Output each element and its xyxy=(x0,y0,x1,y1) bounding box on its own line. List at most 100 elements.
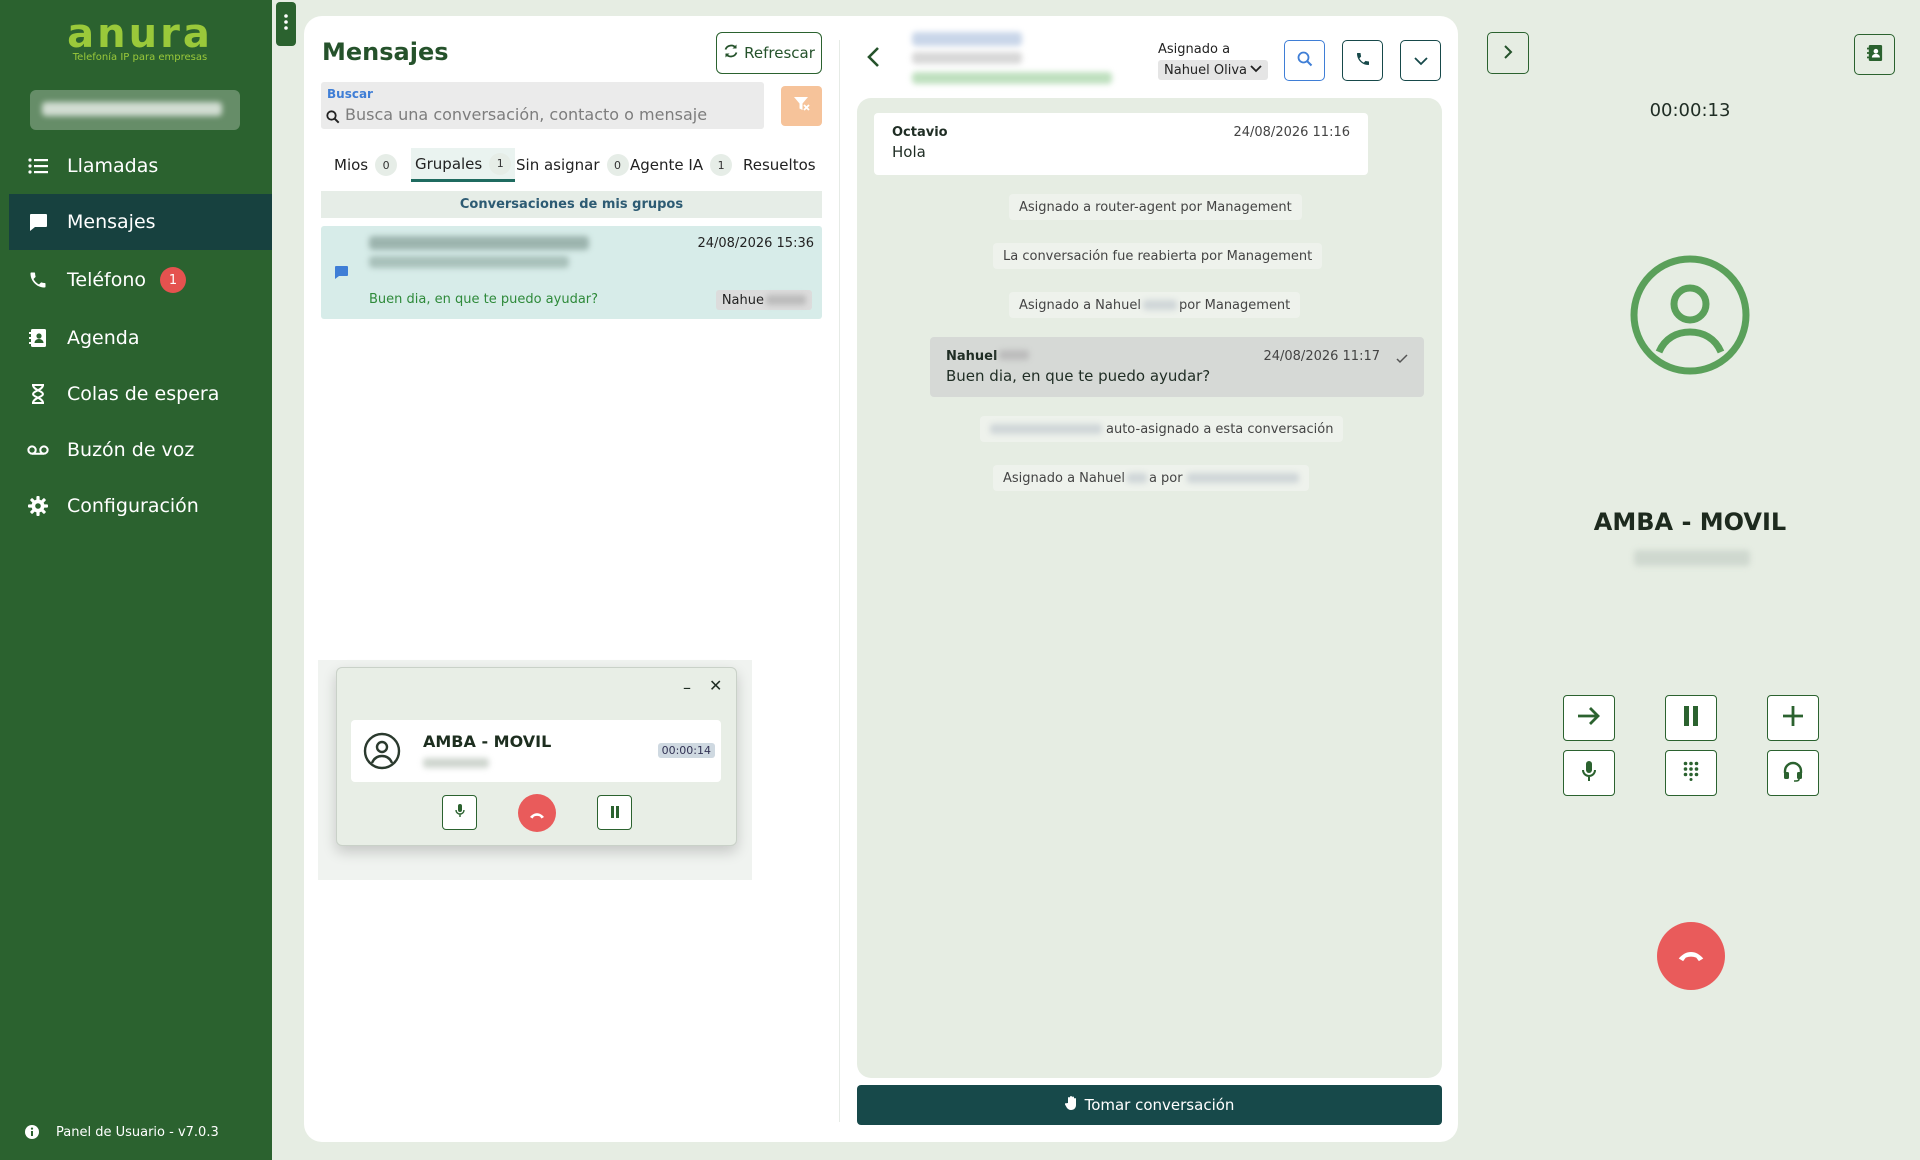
sidebar-item-telefono[interactable]: Teléfono 1 xyxy=(9,252,272,308)
tab-count: 1 xyxy=(489,152,512,175)
tab-label: Resueltos xyxy=(743,156,816,174)
call-timer: 00:00:13 xyxy=(1649,100,1731,121)
hourglass-icon xyxy=(27,383,49,405)
phone-icon xyxy=(27,269,49,291)
sidebar-item-configuracion[interactable]: Configuración xyxy=(9,478,272,534)
agent-surname-redacted xyxy=(766,295,806,305)
plus-icon xyxy=(1782,705,1804,731)
pause-icon xyxy=(1682,705,1700,731)
take-conversation-button[interactable]: Tomar conversación xyxy=(857,1085,1442,1125)
panel-divider xyxy=(839,40,840,1122)
sidebar-item-agenda[interactable]: Agenda xyxy=(9,310,272,366)
redacted-text xyxy=(990,424,1102,434)
hand-icon xyxy=(1064,1095,1085,1115)
mini-hold-button[interactable] xyxy=(597,795,632,830)
sidebar-item-label: Teléfono xyxy=(67,269,147,291)
back-button[interactable] xyxy=(866,46,880,72)
search-label: Buscar xyxy=(327,87,373,101)
tab-label: Sin asignar xyxy=(516,156,600,174)
sender-name: Nahuel xyxy=(946,349,998,364)
transfer-button[interactable] xyxy=(1563,695,1615,741)
sidebar-item-llamadas[interactable]: Llamadas xyxy=(9,138,272,194)
redacted-text xyxy=(1126,473,1147,483)
conversation-date: 24/08/2026 15:36 xyxy=(697,236,814,251)
hangup-icon xyxy=(529,804,545,823)
user-account-pill[interactable] xyxy=(30,90,240,130)
version-label: Panel de Usuario - v7.0.3 xyxy=(56,1124,219,1140)
info-icon xyxy=(24,1124,40,1140)
mini-call-popup[interactable]: – ✕ AMBA - MOVIL 00:00:14 xyxy=(336,667,737,846)
voicemail-icon xyxy=(27,439,49,461)
hold-button[interactable] xyxy=(1665,695,1717,741)
anura-logo[interactable]: anura Telefonía IP para empresas xyxy=(60,14,220,63)
version-info: Panel de Usuario - v7.0.3 xyxy=(24,1124,219,1140)
contact-book-icon xyxy=(1866,44,1883,66)
notification-badge: 1 xyxy=(160,267,187,293)
user-avatar-icon xyxy=(363,732,401,774)
conversation-preview: Buen dia, en que te puedo ayudar? xyxy=(369,292,599,307)
mini-hangup-button[interactable] xyxy=(518,794,556,832)
hangup-icon xyxy=(1677,947,1705,966)
caller-name: AMBA - MOVIL xyxy=(1593,508,1787,536)
arrow-right-icon xyxy=(1576,706,1602,730)
conversation-contact-redacted xyxy=(369,236,589,250)
sidebar-item-label: Colas de espera xyxy=(67,383,220,405)
search-conversation-button[interactable] xyxy=(1284,40,1325,81)
more-options-button[interactable] xyxy=(1400,40,1441,81)
conversation-list-item[interactable]: 24/08/2026 15:36 Buen dia, en que te pue… xyxy=(321,226,822,319)
pause-icon xyxy=(610,803,620,822)
tab-sin-asignar[interactable]: Sin asignar 0 xyxy=(516,148,629,182)
kebab-icon xyxy=(284,14,288,34)
chat-icon xyxy=(27,211,49,233)
mini-mute-button[interactable] xyxy=(442,795,477,830)
tab-resueltos[interactable]: Resueltos xyxy=(743,148,816,182)
call-contact-button[interactable] xyxy=(1342,40,1383,81)
phone-icon xyxy=(1355,51,1371,71)
refresh-button[interactable]: Refrescar xyxy=(716,32,822,74)
search-icon xyxy=(326,109,340,128)
outgoing-message: Nahuel Buen dia, en que te puedo ayudar?… xyxy=(930,337,1424,397)
system-message: Asignado a Nahuel por Management xyxy=(1009,292,1301,318)
dialpad-button[interactable] xyxy=(1665,750,1717,796)
read-check-icon xyxy=(1396,349,1408,368)
tab-grupales[interactable]: Grupales 1 xyxy=(411,148,516,182)
assigned-agent-select[interactable]: Nahuel Oliva xyxy=(1158,60,1268,80)
system-message-text: por Management xyxy=(1178,297,1291,313)
sidebar-menu-toggle[interactable] xyxy=(276,2,296,46)
conversation-detail-redacted xyxy=(369,256,569,268)
logo-text: anura xyxy=(67,11,213,57)
sidebar-item-label: Buzón de voz xyxy=(67,439,195,461)
hangup-button[interactable] xyxy=(1657,922,1725,990)
mute-button[interactable] xyxy=(1563,750,1615,796)
system-message: Asignado a router-agent por Management xyxy=(1009,194,1302,220)
user-name-redacted xyxy=(42,102,222,116)
caller-avatar-icon xyxy=(1629,254,1751,380)
contact-line-redacted xyxy=(912,72,1112,84)
sidebar-item-buzon[interactable]: Buzón de voz xyxy=(9,422,272,478)
add-call-button[interactable] xyxy=(1767,695,1819,741)
gear-icon xyxy=(27,495,49,517)
search-input[interactable]: Buscar Busca una conversación, contacto … xyxy=(321,82,764,129)
tab-label: Agente IA xyxy=(630,156,704,174)
minimize-button[interactable]: – xyxy=(683,678,691,697)
tab-label: Mios xyxy=(334,156,369,174)
sidebar-item-label: Agenda xyxy=(67,327,140,349)
collapse-phone-panel-button[interactable] xyxy=(1487,32,1529,74)
system-message-text: Asignado a Nahuel xyxy=(1003,470,1125,486)
sidebar-item-mensajes[interactable]: Mensajes xyxy=(9,194,272,250)
close-button[interactable]: ✕ xyxy=(709,676,722,695)
headset-button[interactable] xyxy=(1767,750,1819,796)
tab-agente-ia[interactable]: Agente IA 1 xyxy=(630,148,733,182)
contacts-button[interactable] xyxy=(1854,34,1895,75)
tab-label: Grupales xyxy=(415,154,483,173)
chevron-right-icon xyxy=(1503,44,1513,63)
system-message: auto-asignado a esta conversación xyxy=(980,416,1344,442)
system-message-text: La conversación fue reabierta por Manage… xyxy=(1003,248,1313,264)
sidebar-item-colas[interactable]: Colas de espera xyxy=(9,366,272,422)
page-title: Mensajes xyxy=(322,38,449,66)
system-message-text: Asignado a Nahuel xyxy=(1019,297,1141,313)
mini-call-name: AMBA - MOVIL xyxy=(423,732,552,751)
mini-call-card: AMBA - MOVIL 00:00:14 xyxy=(351,720,721,782)
clear-filter-button[interactable] xyxy=(781,86,822,126)
tab-mios[interactable]: Mios 0 xyxy=(334,148,398,182)
